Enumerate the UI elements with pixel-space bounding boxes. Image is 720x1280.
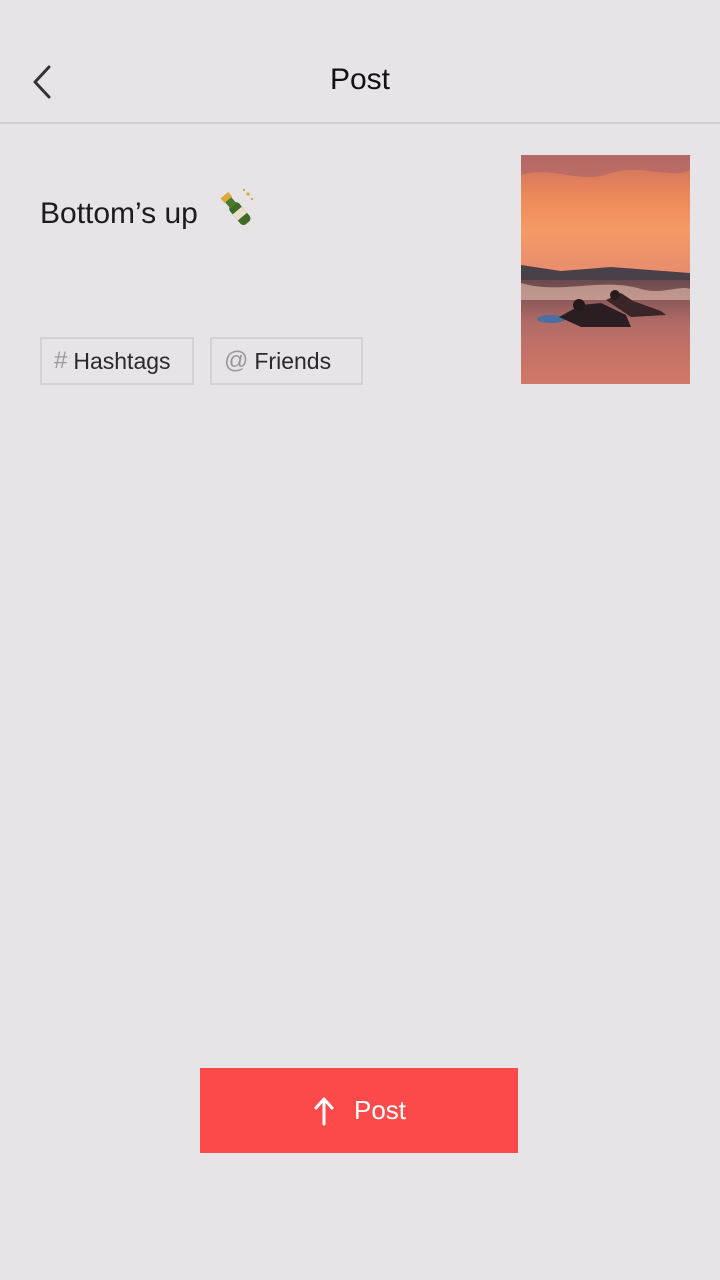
hashtags-button[interactable]: # Hashtags xyxy=(40,337,194,385)
top-bar: Post xyxy=(0,0,720,124)
arrow-up-icon xyxy=(314,1097,334,1125)
hashtags-label: Hashtags xyxy=(73,347,171,374)
sunset-surfers-photo xyxy=(521,155,690,384)
champagne-bottle-icon xyxy=(220,188,254,226)
back-button[interactable] xyxy=(22,58,62,106)
chevron-left-icon xyxy=(33,65,51,99)
friends-label: Friends xyxy=(254,347,332,374)
at-sign-icon: @ xyxy=(224,347,249,374)
post-screen: Post Bottom’s up # Hashtags @ Friends Po… xyxy=(0,0,720,1280)
media-thumbnail[interactable] xyxy=(521,155,690,384)
caption-text-field[interactable]: Bottom’s up xyxy=(40,188,258,238)
hashtag-icon: # xyxy=(54,347,68,374)
post-button[interactable]: Post xyxy=(200,1068,518,1153)
page-title: Post xyxy=(329,63,391,96)
friends-button[interactable]: @ Friends xyxy=(210,337,363,385)
caption-text: Bottom’s up xyxy=(40,197,198,230)
post-button-label: Post xyxy=(353,1095,407,1125)
